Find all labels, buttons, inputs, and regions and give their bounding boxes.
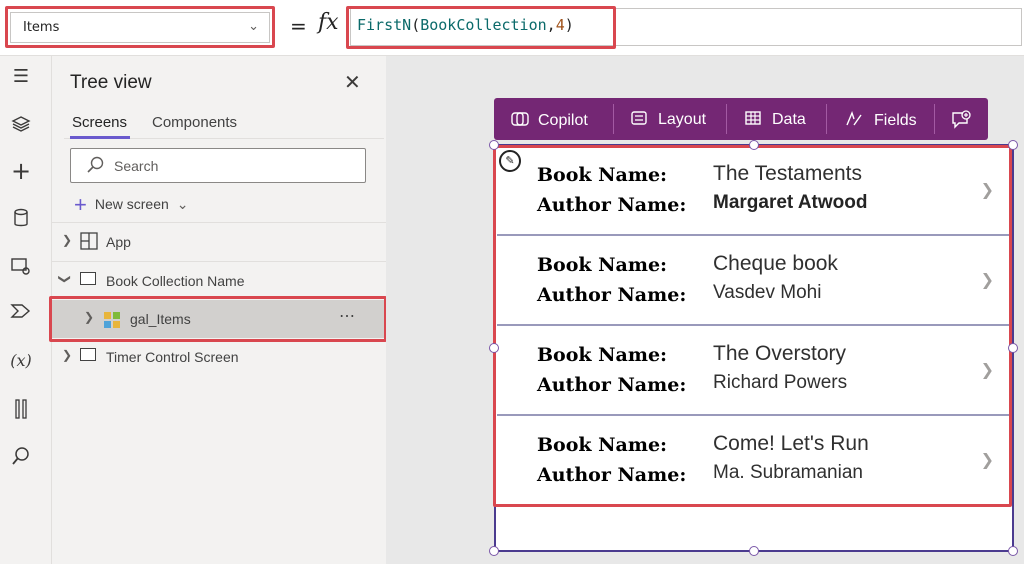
insert-plus-icon[interactable]: + [10,159,32,183]
chevron-right-icon: ❯ [62,233,73,247]
chevron-down-icon: ❯ [58,273,73,285]
new-screen-label: New screen [94,196,169,212]
layers-icon[interactable] [10,114,32,136]
tools-icon[interactable] [10,398,32,420]
fx-icon[interactable]: fx [318,10,339,35]
layout-button[interactable]: Layout [630,110,706,129]
toolbar-separator [613,104,614,134]
edit-pencil-icon[interactable]: ✎ [499,150,521,172]
search-placeholder: Search [114,158,159,174]
resize-handle[interactable] [749,546,759,556]
new-screen-button[interactable]: + New screen ⌄ [74,192,189,218]
hamburger-menu-icon[interactable]: ☰ [10,66,32,88]
tree-item-label: App [106,234,131,250]
resize-handle[interactable] [1008,140,1018,150]
tree-item-app[interactable]: ❯ App [52,223,386,261]
search-icon [86,156,104,178]
layout-label: Layout [658,111,707,128]
highlight-gal-items [49,296,387,342]
tree-item-timer-control-screen[interactable]: ❯ Timer Control Screen [52,338,386,376]
resize-handle[interactable] [489,343,499,353]
highlight-gallery [493,145,1012,507]
toolbar-separator [826,104,827,134]
resize-handle[interactable] [1008,546,1018,556]
tree-view-title: Tree view [70,72,152,93]
tree-item-label: Timer Control Screen [106,349,239,365]
data-button[interactable]: Data [744,110,806,129]
copilot-button[interactable]: Copilot [510,110,588,130]
screen-icon [80,348,96,361]
tab-screens[interactable]: Screens [72,114,127,131]
resize-handle[interactable] [1008,343,1018,353]
toolbar-separator [934,104,935,134]
resize-handle[interactable] [489,140,499,150]
fields-button[interactable]: Fields [844,110,917,130]
copilot-label: Copilot [538,112,588,129]
fields-label: Fields [874,112,917,129]
formula-open-paren: ( [411,16,421,34]
equals-sign: = [290,14,307,38]
close-icon[interactable]: ✕ [344,70,361,94]
database-icon[interactable] [10,208,32,230]
tree-item-book-collection-name[interactable]: ❯ Book Collection Name [52,262,386,300]
plus-icon: + [74,192,87,217]
data-label: Data [772,111,806,128]
resize-handle[interactable] [489,546,499,556]
chevron-down-icon: ⌄ [176,196,189,212]
resize-handle[interactable] [749,140,759,150]
app-icon [80,232,98,253]
formula-close-paren: ) [564,16,574,34]
formula-argument: BookCollection [420,16,547,34]
tab-components[interactable]: Components [152,114,237,131]
search-icon[interactable] [10,446,32,468]
tab-screens-underline [70,136,130,139]
formula-text[interactable]: FirstN(BookCollection,4) [357,16,574,34]
media-icon[interactable] [10,256,32,278]
variables-icon[interactable]: (x) [6,350,36,372]
power-automate-icon[interactable] [10,302,32,324]
comment-icon[interactable] [950,110,972,135]
formula-function: FirstN [357,16,412,34]
highlight-property [5,6,275,48]
chevron-right-icon: ❯ [62,348,73,362]
screen-icon [80,272,96,285]
tree-item-label: Book Collection Name [106,273,245,289]
toolbar-separator [726,104,727,134]
formula-number: 4 [555,16,565,34]
formula-comma: , [546,16,556,34]
